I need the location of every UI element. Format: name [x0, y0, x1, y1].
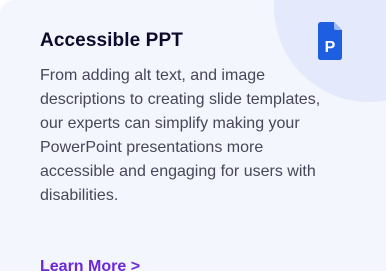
icon-letter: P [325, 39, 336, 56]
powerpoint-file-icon: P [318, 22, 342, 60]
card-description: From adding alt text, and image descript… [40, 67, 321, 204]
learn-more-link[interactable]: Learn More > [40, 258, 140, 271]
service-card: P Accessible PPT From adding alt text, a… [0, 0, 386, 271]
card-title: Accessible PPT [40, 30, 183, 51]
